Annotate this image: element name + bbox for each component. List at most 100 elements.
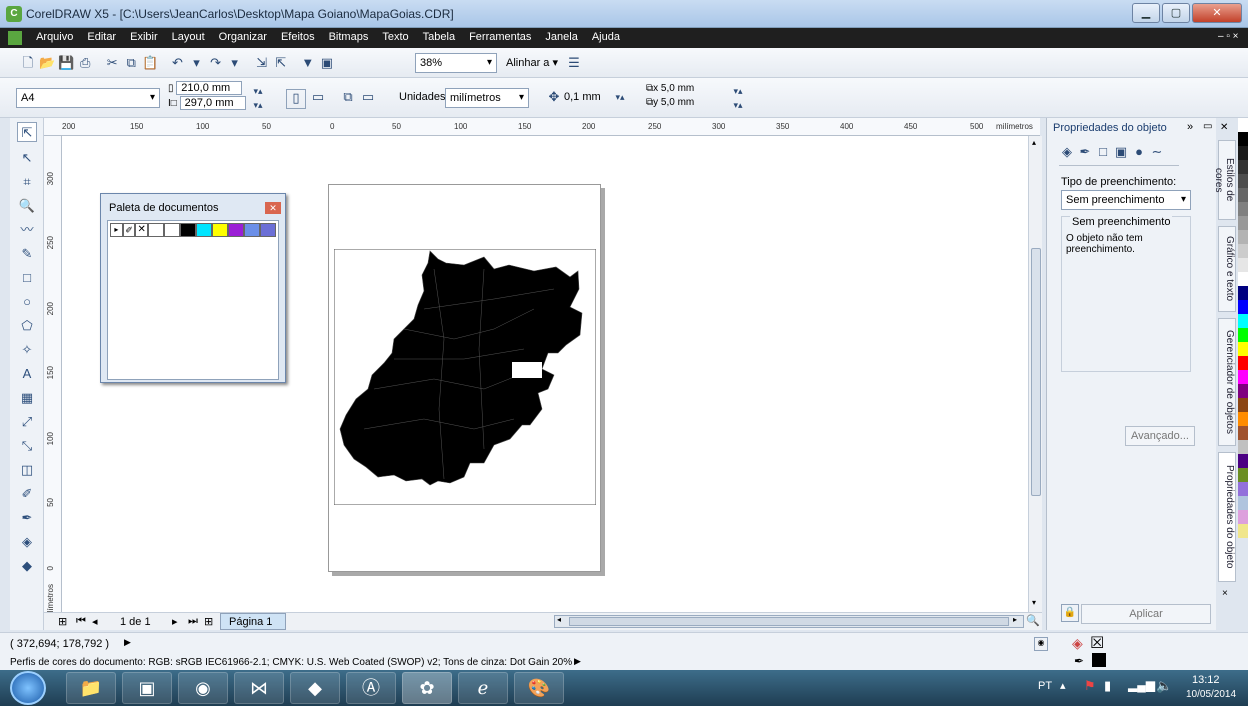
- docker-close-icon[interactable]: ✕: [1220, 122, 1228, 133]
- basic-shapes-icon[interactable]: ✧: [17, 340, 37, 360]
- no-color-icon[interactable]: ✕: [135, 223, 149, 237]
- eyedropper-icon[interactable]: ✐: [122, 223, 136, 237]
- page-tab[interactable]: Página 1: [220, 613, 286, 630]
- color-swatch[interactable]: [1238, 216, 1248, 230]
- redo-icon[interactable]: ↷: [208, 55, 224, 71]
- palette-swatch[interactable]: [180, 223, 197, 237]
- paint-taskbar-icon[interactable]: 🎨: [514, 672, 564, 704]
- clock-date[interactable]: 10/05/2014: [1186, 689, 1236, 700]
- zoom-navigator-icon[interactable]: 🔍: [1026, 614, 1040, 627]
- units-select[interactable]: milímetros: [445, 88, 529, 108]
- drawing-page[interactable]: [328, 184, 601, 572]
- pick-tool-icon[interactable]: ⇱: [17, 122, 37, 142]
- outline-tab-icon[interactable]: ✒: [1077, 144, 1093, 160]
- save-icon[interactable]: 💾: [58, 55, 74, 71]
- paste-icon[interactable]: 📋: [142, 55, 158, 71]
- start-button[interactable]: [10, 671, 46, 705]
- menu-texto[interactable]: Texto: [375, 28, 415, 43]
- undo-icon[interactable]: ↶: [169, 55, 185, 71]
- color-swatch[interactable]: [1238, 440, 1248, 454]
- color-swatch[interactable]: [1238, 412, 1248, 426]
- language-indicator[interactable]: PT: [1038, 680, 1052, 692]
- options-icon[interactable]: ☰: [566, 55, 582, 71]
- dimension-tool-icon[interactable]: ⤢: [17, 412, 37, 432]
- vertical-scrollbar[interactable]: ▴ ▾: [1028, 136, 1042, 612]
- color-profiles-text[interactable]: Perfis de cores do documento: RGB: sRGB …: [10, 657, 572, 668]
- interactive-fill-icon[interactable]: ◆: [17, 556, 37, 576]
- explorer-taskbar-icon[interactable]: 📁: [66, 672, 116, 704]
- snap-to-dropdown[interactable]: Alinhar a ▾: [506, 56, 558, 69]
- dup-y-spinner[interactable]: ▾▴: [730, 97, 746, 113]
- scroll-right-icon[interactable]: ▸: [1013, 615, 1017, 624]
- horizontal-scroll-thumb[interactable]: [569, 617, 1009, 626]
- outline-color-swatch[interactable]: [1092, 653, 1106, 667]
- all-pages-icon[interactable]: ⧉: [340, 89, 356, 105]
- doc-window-controls[interactable]: – ▫ ×: [1218, 31, 1239, 42]
- ellipse-tool-icon[interactable]: ○: [17, 292, 37, 312]
- action-center-icon[interactable]: ⚑: [1084, 678, 1096, 694]
- media-player-taskbar-icon[interactable]: ▣: [122, 672, 172, 704]
- outline-tool-icon[interactable]: ✒: [17, 508, 37, 528]
- color-swatch[interactable]: [1238, 370, 1248, 384]
- color-mode-icon[interactable]: ◉: [1034, 637, 1048, 651]
- tab-estilos-de-cores[interactable]: Estilos de cores: [1213, 140, 1236, 220]
- clock-time[interactable]: 13:12: [1192, 674, 1220, 686]
- menu-tabela[interactable]: Tabela: [416, 28, 462, 43]
- fill-indicator-icon[interactable]: ◈: [1072, 635, 1083, 652]
- palette-swatch[interactable]: [244, 223, 261, 237]
- next-page-icon[interactable]: ▸: [172, 615, 178, 628]
- palette-swatch[interactable]: [196, 223, 213, 237]
- color-swatch[interactable]: [1238, 272, 1248, 286]
- close-button[interactable]: ✕: [1192, 3, 1242, 23]
- color-swatch[interactable]: [1238, 328, 1248, 342]
- zoom-tool-icon[interactable]: 🔍: [17, 196, 37, 216]
- current-page-icon[interactable]: ▭: [360, 89, 376, 105]
- color-swatch[interactable]: [1238, 454, 1248, 468]
- color-swatch[interactable]: [1238, 426, 1248, 440]
- tab-grafico-e-texto[interactable]: Gráfico e texto: [1218, 226, 1236, 312]
- color-swatch[interactable]: [1238, 510, 1248, 524]
- color-tab-icon[interactable]: ●: [1131, 144, 1147, 160]
- horizontal-ruler[interactable]: 200 150 100 50 0 50 100 150 200 250 300 …: [44, 118, 1040, 136]
- apply-button[interactable]: Aplicar: [1081, 604, 1211, 624]
- color-swatch[interactable]: [1238, 398, 1248, 412]
- coords-expand-icon[interactable]: ▶: [124, 637, 131, 648]
- prev-page-icon[interactable]: ◂: [92, 615, 98, 628]
- menu-ajuda[interactable]: Ajuda: [585, 28, 627, 43]
- color-swatch[interactable]: [1238, 286, 1248, 300]
- new-document-icon[interactable]: 🗋: [20, 55, 36, 71]
- page-height-field[interactable]: 297,0 mm: [179, 96, 246, 110]
- color-swatch[interactable]: [1238, 384, 1248, 398]
- tab-propriedades-do-objeto[interactable]: Propriedades do objeto: [1218, 452, 1236, 582]
- duplicate-x-field[interactable]: 5,0 mm: [661, 83, 694, 94]
- paper-size-select[interactable]: A4: [16, 88, 160, 108]
- docker-minimize-icon[interactable]: ▭: [1203, 121, 1212, 132]
- vertical-scroll-thumb[interactable]: [1031, 248, 1041, 496]
- blend-tool-icon[interactable]: ◫: [17, 460, 37, 480]
- color-swatch[interactable]: [1238, 244, 1248, 258]
- volume-icon[interactable]: 🔈: [1156, 678, 1172, 694]
- eyedropper-tool-icon[interactable]: ✐: [17, 484, 37, 504]
- color-swatch[interactable]: [1238, 188, 1248, 202]
- color-swatch[interactable]: [1238, 314, 1248, 328]
- color-swatch[interactable]: [1238, 202, 1248, 216]
- color-swatch[interactable]: [1238, 342, 1248, 356]
- menu-layout[interactable]: Layout: [165, 28, 212, 43]
- color-palette-bar[interactable]: [1238, 118, 1248, 630]
- scroll-down-icon[interactable]: ▾: [1032, 598, 1036, 607]
- palette-swatch[interactable]: [148, 223, 165, 237]
- add-page-after-icon[interactable]: ⊞: [204, 615, 213, 628]
- color-swatch[interactable]: [1238, 300, 1248, 314]
- color-swatch[interactable]: [1238, 258, 1248, 272]
- outline-indicator-icon[interactable]: ✒: [1074, 654, 1084, 668]
- color-swatch[interactable]: [1238, 146, 1248, 160]
- zoom-level-select[interactable]: 38%: [415, 53, 497, 73]
- landscape-icon[interactable]: ▭: [310, 89, 326, 105]
- smart-fill-icon[interactable]: ✎: [17, 244, 37, 264]
- undo-dropdown-icon[interactable]: ▾: [189, 55, 205, 71]
- document-palette-docker[interactable]: Paleta de documentos ✕ ▸ ✐ ✕: [100, 193, 286, 383]
- welcome-screen-icon[interactable]: ▣: [319, 55, 335, 71]
- vertical-ruler[interactable]: 300 250 200 150 100 50 0 milímetros: [44, 136, 62, 621]
- color-swatch[interactable]: [1238, 482, 1248, 496]
- nudge-spinner[interactable]: ▾▴: [612, 89, 628, 105]
